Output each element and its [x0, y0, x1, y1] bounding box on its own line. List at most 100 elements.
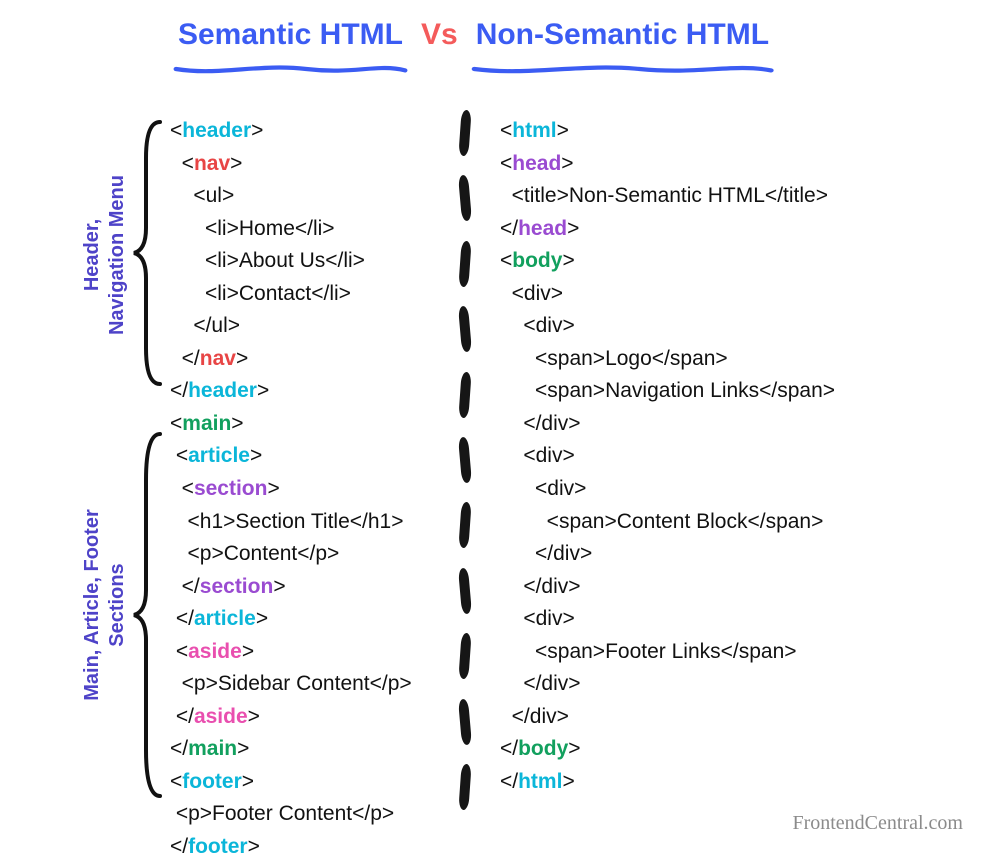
nonsemantic-line: </div>: [500, 408, 970, 441]
semantic-line: </section>: [170, 571, 470, 604]
code-token: head: [512, 152, 561, 175]
code-token: <li>About Us</li>: [170, 249, 365, 272]
code-token: <: [170, 477, 194, 500]
semantic-line: </article>: [170, 603, 470, 636]
code-token: body: [518, 737, 568, 760]
code-token: >: [242, 770, 254, 793]
nonsemantic-line: <div>: [500, 440, 970, 473]
code-token: >: [237, 737, 249, 760]
code-token: <span>Logo</span>: [500, 347, 728, 370]
nonsemantic-line: </html>: [500, 766, 970, 799]
code-token: </: [170, 607, 194, 630]
code-token: >: [248, 835, 260, 855]
code-token: </: [500, 737, 518, 760]
semantic-line: <header>: [170, 115, 470, 148]
code-token: <div>: [500, 314, 575, 337]
semantic-line: <li>About Us</li>: [170, 245, 470, 278]
code-token: >: [567, 217, 579, 240]
code-token: header: [182, 119, 251, 142]
code-token: nav: [200, 347, 236, 370]
code-token: </div>: [500, 542, 592, 565]
nonsemantic-line: <div>: [500, 603, 970, 636]
code-token: >: [267, 477, 279, 500]
code-token: </: [500, 217, 518, 240]
code-token: >: [561, 152, 573, 175]
semantic-line: <footer>: [170, 766, 470, 799]
title-nonsemantic: Non-Semantic HTML: [476, 18, 769, 62]
semantic-line: </ul>: [170, 310, 470, 343]
code-token: </: [170, 737, 188, 760]
nonsemantic-line: </body>: [500, 733, 970, 766]
code-token: <: [170, 770, 182, 793]
code-token: <: [170, 412, 182, 435]
code-token: >: [230, 152, 242, 175]
code-token: <span>Footer Links</span>: [500, 640, 797, 663]
title-vs: Vs: [421, 18, 458, 51]
code-token: <span>Navigation Links</span>: [500, 379, 835, 402]
nonsemantic-code-block: <html><head> <title>Non-Semantic HTML</t…: [500, 115, 970, 798]
code-token: nav: [194, 152, 230, 175]
nonsemantic-line: <span>Navigation Links</span>: [500, 375, 970, 408]
code-token: <div>: [500, 444, 575, 467]
semantic-code-block: <header> <nav> <ul> <li>Home</li> <li>Ab…: [170, 115, 470, 855]
nonsemantic-line: </div>: [500, 538, 970, 571]
code-token: aside: [194, 705, 248, 728]
code-token: </: [500, 770, 518, 793]
nonsemantic-line: <div>: [500, 278, 970, 311]
code-token: >: [231, 412, 243, 435]
curly-bracket-bottom: [128, 430, 168, 800]
side-label-main-article-footer: Main, Article, Footer Sections: [80, 420, 130, 790]
code-token: </: [170, 705, 194, 728]
semantic-line: <article>: [170, 440, 470, 473]
nonsemantic-line: <div>: [500, 473, 970, 506]
diagram-page: Semantic HTML Vs Non-Semantic HTML: [0, 0, 987, 855]
title-nonsemantic-text: Non-Semantic HTML: [476, 18, 769, 51]
semantic-line: <nav>: [170, 148, 470, 181]
code-token: </: [170, 347, 200, 370]
title-semantic: Semantic HTML: [178, 18, 403, 62]
semantic-line: </nav>: [170, 343, 470, 376]
semantic-line: <h1>Section Title</h1>: [170, 506, 470, 539]
title-row: Semantic HTML Vs Non-Semantic HTML: [0, 18, 987, 62]
code-token: >: [236, 347, 248, 370]
watermark: FrontendCentral.com: [792, 812, 963, 835]
code-token: <p>Sidebar Content</p>: [170, 672, 412, 695]
semantic-line: </header>: [170, 375, 470, 408]
underline-right: [470, 50, 775, 64]
code-token: >: [251, 119, 263, 142]
nonsemantic-line: <head>: [500, 148, 970, 181]
code-token: <ul>: [170, 184, 234, 207]
code-token: </: [170, 835, 188, 855]
code-token: <p>Content</p>: [170, 542, 339, 565]
code-token: <h1>Section Title</h1>: [170, 510, 404, 533]
code-token: </: [170, 575, 200, 598]
code-token: </ul>: [170, 314, 240, 337]
code-token: <li>Contact</li>: [170, 282, 351, 305]
code-token: section: [194, 477, 268, 500]
code-token: </: [170, 379, 188, 402]
semantic-line: <p>Content</p>: [170, 538, 470, 571]
semantic-line: <main>: [170, 408, 470, 441]
code-token: body: [512, 249, 562, 272]
code-token: >: [242, 640, 254, 663]
code-token: <div>: [500, 477, 586, 500]
code-token: <: [500, 152, 512, 175]
nonsemantic-line: </div>: [500, 571, 970, 604]
code-token: </div>: [500, 705, 569, 728]
semantic-line: <section>: [170, 473, 470, 506]
semantic-line: </aside>: [170, 701, 470, 734]
title-semantic-text: Semantic HTML: [178, 18, 403, 51]
code-token: >: [557, 119, 569, 142]
nonsemantic-line: <title>Non-Semantic HTML</title>: [500, 180, 970, 213]
code-token: <: [170, 119, 182, 142]
code-token: main: [188, 737, 237, 760]
code-token: article: [188, 444, 250, 467]
code-token: >: [256, 607, 268, 630]
nonsemantic-line: </head>: [500, 213, 970, 246]
underline-left: [172, 50, 409, 64]
code-token: <span>Content Block</span>: [500, 510, 823, 533]
code-token: article: [194, 607, 256, 630]
curly-bracket-top: [128, 118, 168, 388]
code-token: footer: [188, 835, 248, 855]
code-token: </div>: [500, 575, 581, 598]
